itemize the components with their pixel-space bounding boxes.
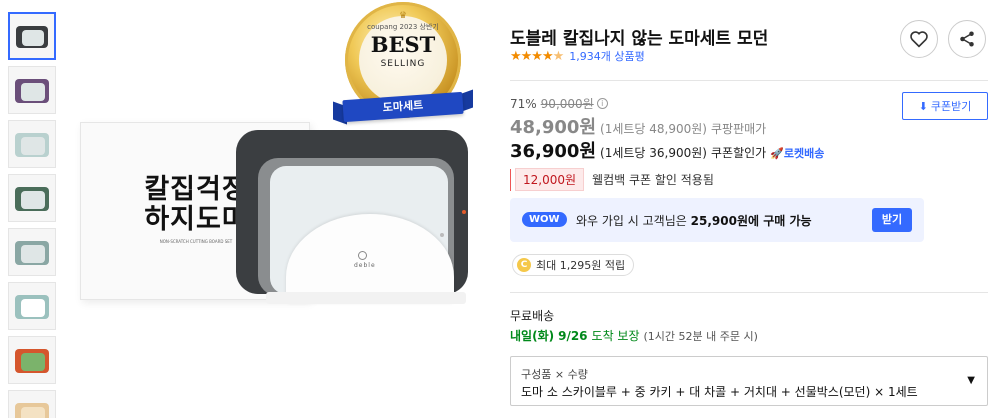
review-count-link[interactable]: 1,934개 상품평	[569, 48, 644, 64]
thumbnail-3[interactable]	[8, 120, 56, 168]
thumbnail-1[interactable]	[8, 12, 56, 60]
board-indicator	[462, 210, 466, 214]
shipping-date: 9/26	[558, 329, 588, 343]
thumbnail-8[interactable]	[8, 390, 56, 418]
option-value: 도마 소 스카이블루 + 중 카키 + 대 차콜 + 거치대 + 선물박스(모던…	[521, 385, 918, 399]
wishlist-button[interactable]	[900, 20, 938, 58]
welcome-text: 웰컴백 쿠폰 할인 적용됨	[592, 173, 714, 187]
brand-logo-text: deble	[354, 262, 376, 269]
shipping-note: (1시간 52분 내 주문 시)	[643, 330, 758, 343]
original-price: 90,000원	[540, 97, 594, 111]
crown-icon: ♛	[398, 11, 408, 21]
shipping-day: 내일(화)	[510, 329, 555, 343]
coupon-button-label: 쿠폰받기	[930, 100, 972, 113]
thumbnail-6[interactable]	[8, 282, 56, 330]
board-hole	[440, 233, 444, 237]
rating-row: ★★★★★ 1,934개 상품평	[510, 48, 645, 64]
option-label: 구성품 × 수량	[521, 368, 588, 381]
rocket-delivery: 🚀로켓배송	[770, 145, 824, 161]
discount-row: 71% 90,000원 i	[510, 95, 608, 112]
shipping-title: 무료배송	[510, 309, 555, 323]
thumbnail-4[interactable]	[8, 174, 56, 222]
wow-badge: WOW	[522, 212, 567, 227]
share-icon	[960, 31, 974, 47]
best-selling-badge: ♛ coupang 2023 상반기 BEST SELLING 도마세트	[333, 0, 479, 140]
wow-receive-button[interactable]: 받기	[872, 208, 912, 232]
thumbnail-5[interactable]	[8, 228, 56, 276]
wow-membership-box: WOW 와우 가입 시 고객님은 25,900원에 구매 가능 받기	[510, 198, 924, 242]
wow-text: 와우 가입 시 고객님은 25,900원에 구매 가능	[576, 212, 812, 229]
product-title: 도블레 칼집나지 않는 도마세트 모던	[510, 29, 769, 49]
shipping-date-row: 내일(화) 9/26 도착 보장 (1시간 52분 내 주문 시)	[510, 327, 758, 344]
badge-top-text: coupang 2023 상반기	[367, 23, 439, 31]
shipping-guarantee: 도착 보장	[591, 329, 640, 343]
wow-text-price: 25,900원에 구매 가능	[690, 214, 812, 228]
brand-logo-icon	[358, 251, 367, 260]
sale-price-row: 48,900원 (1세트당 48,900원) 쿠팡판매가	[510, 113, 766, 139]
product-info-panel: 도블레 칼집나지 않는 도마세트 모던 ★★★★★ 1,934개 상품평 71%…	[510, 0, 990, 418]
welcome-line	[510, 168, 511, 191]
download-icon: ⬇	[918, 99, 928, 113]
share-button[interactable]	[948, 20, 986, 58]
thumbnail-7[interactable]	[8, 336, 56, 384]
rocket-icon: 🚀	[770, 147, 784, 160]
badge-best: BEST	[370, 32, 436, 57]
sale-label: 쿠팡판매가	[711, 122, 767, 136]
reward-text: 최대 1,295원 적립	[536, 259, 626, 272]
coupon-download-button[interactable]: ⬇ 쿠폰받기	[902, 92, 988, 120]
thumbnail-list	[8, 12, 58, 418]
divider-shipping	[510, 292, 988, 293]
star-rating: ★★★★★	[510, 48, 564, 64]
main-product-image: 칼집걱정 하지도마 NON-SCRATCH CUTTING BOARD SET …	[70, 0, 490, 418]
coupon-label: 쿠폰할인가	[711, 146, 767, 160]
coupon-unit-price: (1세트당 36,900원)	[600, 146, 707, 160]
sale-price: 48,900원	[510, 117, 597, 138]
badge-selling: SELLING	[380, 59, 426, 69]
reward-badge: C 최대 1,295원 적립	[512, 254, 635, 276]
welcome-coupon-row: 12,000원 웰컴백 쿠폰 할인 적용됨	[510, 168, 714, 191]
stand-base	[266, 292, 466, 304]
rocket-label: 로켓배송	[783, 147, 825, 160]
chevron-down-icon: ▼	[967, 375, 975, 386]
thumbnail-2[interactable]	[8, 66, 56, 114]
divider-top	[510, 80, 988, 81]
welcome-amount: 12,000원	[515, 168, 585, 191]
wow-text-prefix: 와우 가입 시 고객님은	[576, 214, 687, 228]
coupon-price: 36,900원	[510, 141, 597, 162]
sale-unit-price: (1세트당 48,900원)	[600, 122, 707, 136]
heart-icon	[910, 31, 928, 48]
coin-icon: C	[517, 258, 531, 272]
info-icon[interactable]: i	[596, 98, 608, 109]
coupon-price-row: 36,900원 (1세트당 36,900원) 쿠폰할인가 🚀로켓배송	[510, 137, 824, 163]
option-select[interactable]: 구성품 × 수량 도마 소 스카이블루 + 중 카키 + 대 차콜 + 거치대 …	[510, 356, 988, 406]
discount-rate: 71%	[510, 96, 537, 111]
